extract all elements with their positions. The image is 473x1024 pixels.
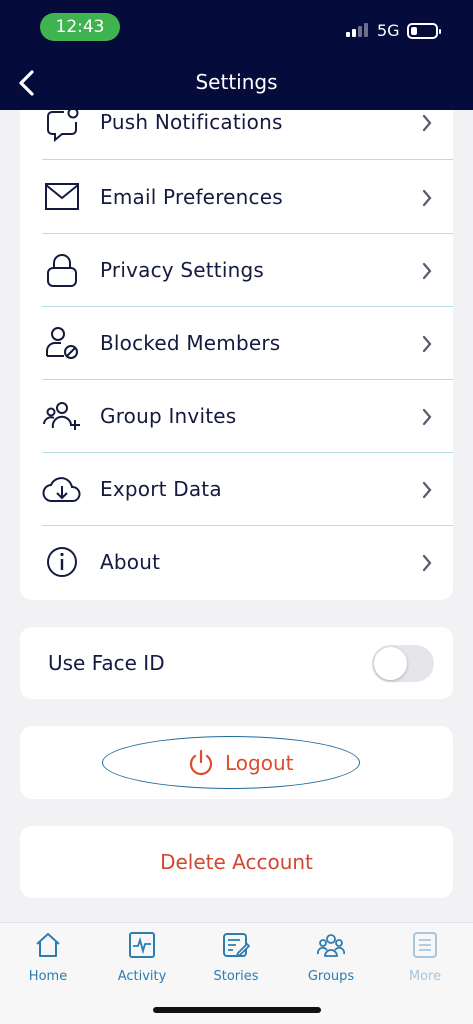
- tab-more[interactable]: More: [385, 931, 465, 991]
- menu-item-label: Email Preferences: [100, 185, 283, 209]
- chevron-right-icon: [422, 114, 432, 132]
- delete-account-button[interactable]: Delete Account: [20, 826, 453, 898]
- status-time: 12:43: [40, 13, 120, 41]
- tab-label: Home: [28, 969, 68, 984]
- chevron-right-icon: [422, 554, 432, 572]
- tab-groups[interactable]: Groups: [291, 931, 371, 991]
- header-overlay: 12:43 5G Settings: [0, 0, 473, 110]
- logout-label: Logout: [225, 751, 294, 775]
- chevron-right-icon: [422, 335, 432, 353]
- tab-activity[interactable]: Activity: [102, 931, 182, 991]
- menu-item-about[interactable]: About: [42, 526, 453, 599]
- group-add-icon: [43, 402, 80, 430]
- cloud-download-icon: [42, 477, 81, 502]
- menu-item-blocked-members[interactable]: Blocked Members: [42, 307, 453, 380]
- chevron-right-icon: [422, 262, 432, 280]
- chevron-right-icon: [422, 481, 432, 499]
- toggle-knob: [374, 647, 407, 680]
- tab-label: Stories: [213, 969, 259, 984]
- menu-item-privacy-settings[interactable]: Privacy Settings: [42, 234, 453, 307]
- menu-item-export-data[interactable]: Export Data: [42, 453, 453, 526]
- chevron-right-icon: [422, 408, 432, 426]
- info-icon: [47, 547, 77, 577]
- more-icon: [413, 932, 437, 958]
- groups-icon: [317, 934, 345, 957]
- menu-item-label: Blocked Members: [100, 331, 281, 355]
- face-id-label: Use Face ID: [48, 651, 165, 675]
- logout-button[interactable]: Logout: [102, 736, 360, 789]
- envelope-icon: [45, 183, 79, 210]
- power-icon: [189, 749, 213, 776]
- tab-label: More: [408, 969, 442, 984]
- settings-menu-card: Push Notifications Email Preferences Pri…: [20, 90, 453, 600]
- home-icon: [36, 933, 60, 957]
- logout-card: Logout: [20, 726, 453, 799]
- tab-label: Groups: [307, 969, 355, 984]
- stories-icon: [223, 933, 250, 958]
- activity-icon: [129, 932, 155, 958]
- tab-label: Activity: [117, 969, 167, 984]
- menu-item-email-preferences[interactable]: Email Preferences: [42, 161, 453, 234]
- chevron-right-icon: [422, 189, 432, 207]
- chat-notification-icon: [47, 107, 79, 143]
- home-indicator: [153, 1007, 321, 1013]
- tab-home[interactable]: Home: [8, 931, 88, 991]
- menu-item-label: Privacy Settings: [100, 258, 265, 282]
- lock-icon: [47, 254, 77, 287]
- menu-item-label: Export Data: [100, 477, 222, 501]
- battery-icon: [407, 23, 441, 39]
- user-blocked-icon: [46, 327, 78, 359]
- network-label: 5G: [377, 21, 400, 40]
- tab-stories[interactable]: Stories: [196, 931, 276, 991]
- face-id-card: Use Face ID: [20, 627, 453, 699]
- signal-icon: [346, 23, 370, 37]
- menu-item-label: Group Invites: [100, 404, 237, 428]
- menu-item-label: About: [100, 550, 161, 574]
- menu-item-label: Push Notifications: [100, 110, 283, 134]
- page-title: Settings: [195, 70, 278, 94]
- face-id-toggle[interactable]: [372, 645, 434, 682]
- delete-account-label: Delete Account: [160, 850, 313, 874]
- menu-item-group-invites[interactable]: Group Invites: [42, 380, 453, 453]
